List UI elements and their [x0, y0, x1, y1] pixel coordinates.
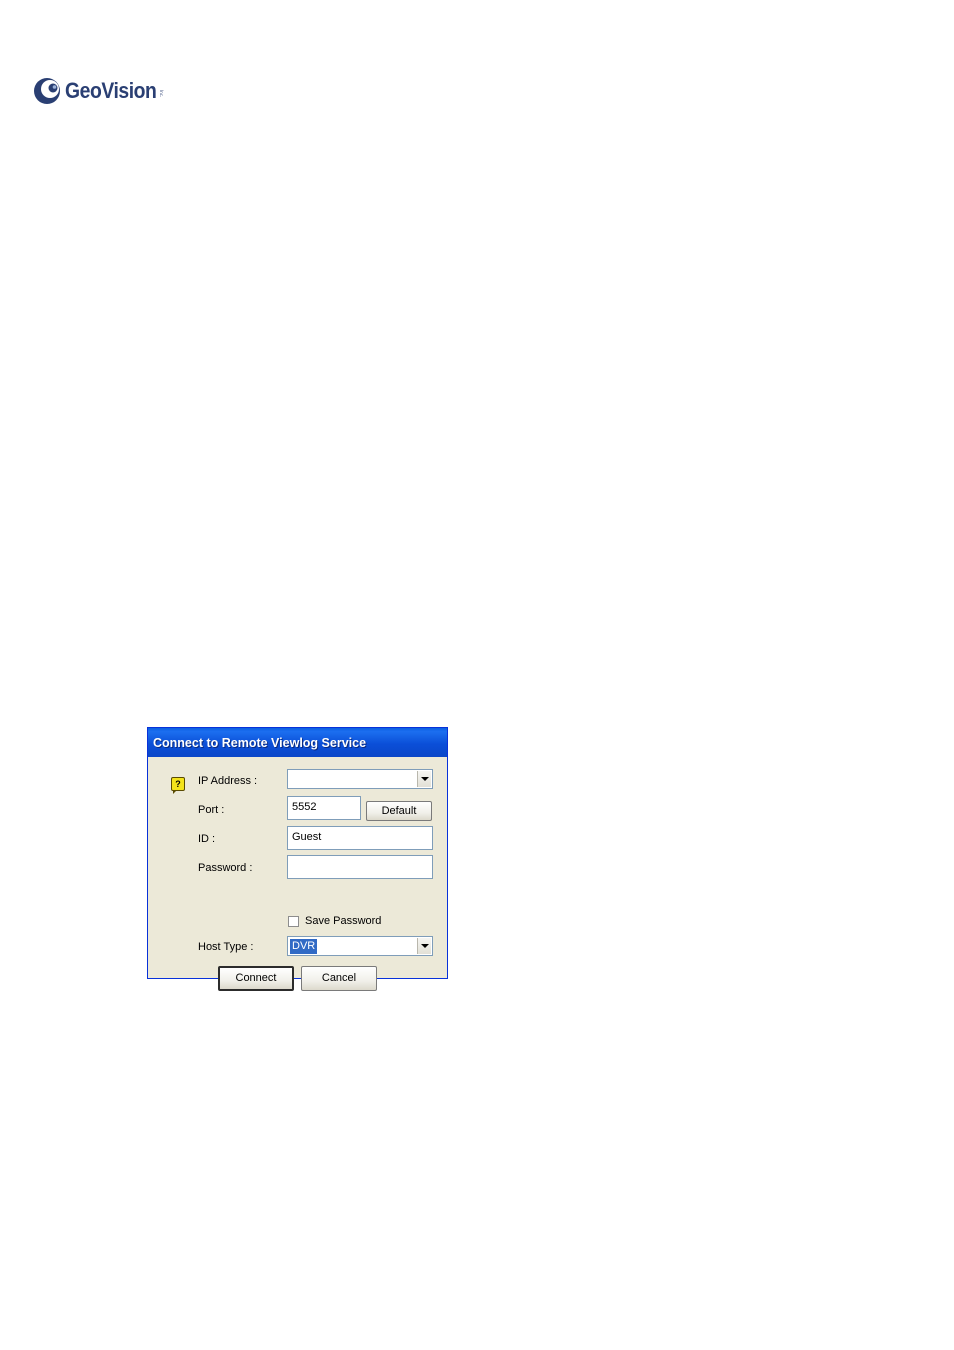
dialog-title: Connect to Remote Viewlog Service	[153, 735, 367, 750]
port-label: Port :	[198, 804, 225, 816]
ip-address-label: IP Address :	[198, 775, 258, 787]
default-port-button[interactable]: Default	[366, 801, 432, 821]
password-input[interactable]	[287, 855, 433, 879]
dialog-titlebar[interactable]: Connect to Remote Viewlog Service	[148, 728, 447, 757]
save-password-checkbox[interactable]	[288, 916, 299, 927]
save-password-label[interactable]: Save Password	[305, 915, 381, 927]
cancel-button[interactable]: Cancel	[301, 966, 377, 991]
help-icon[interactable]: ?	[171, 777, 185, 794]
ip-address-combobox[interactable]	[287, 769, 433, 789]
password-label: Password :	[198, 862, 253, 874]
connect-button[interactable]: Connect	[218, 966, 294, 991]
logo-swirl-icon	[34, 78, 60, 104]
logo-mark: Inc.	[158, 90, 164, 98]
port-input[interactable]: 5552	[287, 796, 361, 820]
ip-address-dropdown-chevron-down-icon[interactable]	[417, 771, 431, 787]
host-type-select[interactable]: DVR	[287, 936, 433, 956]
id-input[interactable]: Guest	[287, 826, 433, 850]
logo-text: GeoVision	[65, 78, 157, 103]
geovision-logo: GeoVision Inc.	[32, 74, 164, 108]
id-label: ID :	[198, 833, 216, 845]
port-value: 5552	[292, 801, 317, 813]
id-value: Guest	[292, 831, 322, 843]
host-type-value: DVR	[290, 939, 318, 954]
host-type-label: Host Type :	[198, 941, 254, 953]
connect-dialog: Connect to Remote Viewlog Service ? IP A…	[147, 727, 448, 991]
host-type-dropdown-chevron-down-icon[interactable]	[417, 938, 431, 954]
dialog-body: ? IP Address : Port : 5552 Default ID : …	[148, 757, 447, 991]
